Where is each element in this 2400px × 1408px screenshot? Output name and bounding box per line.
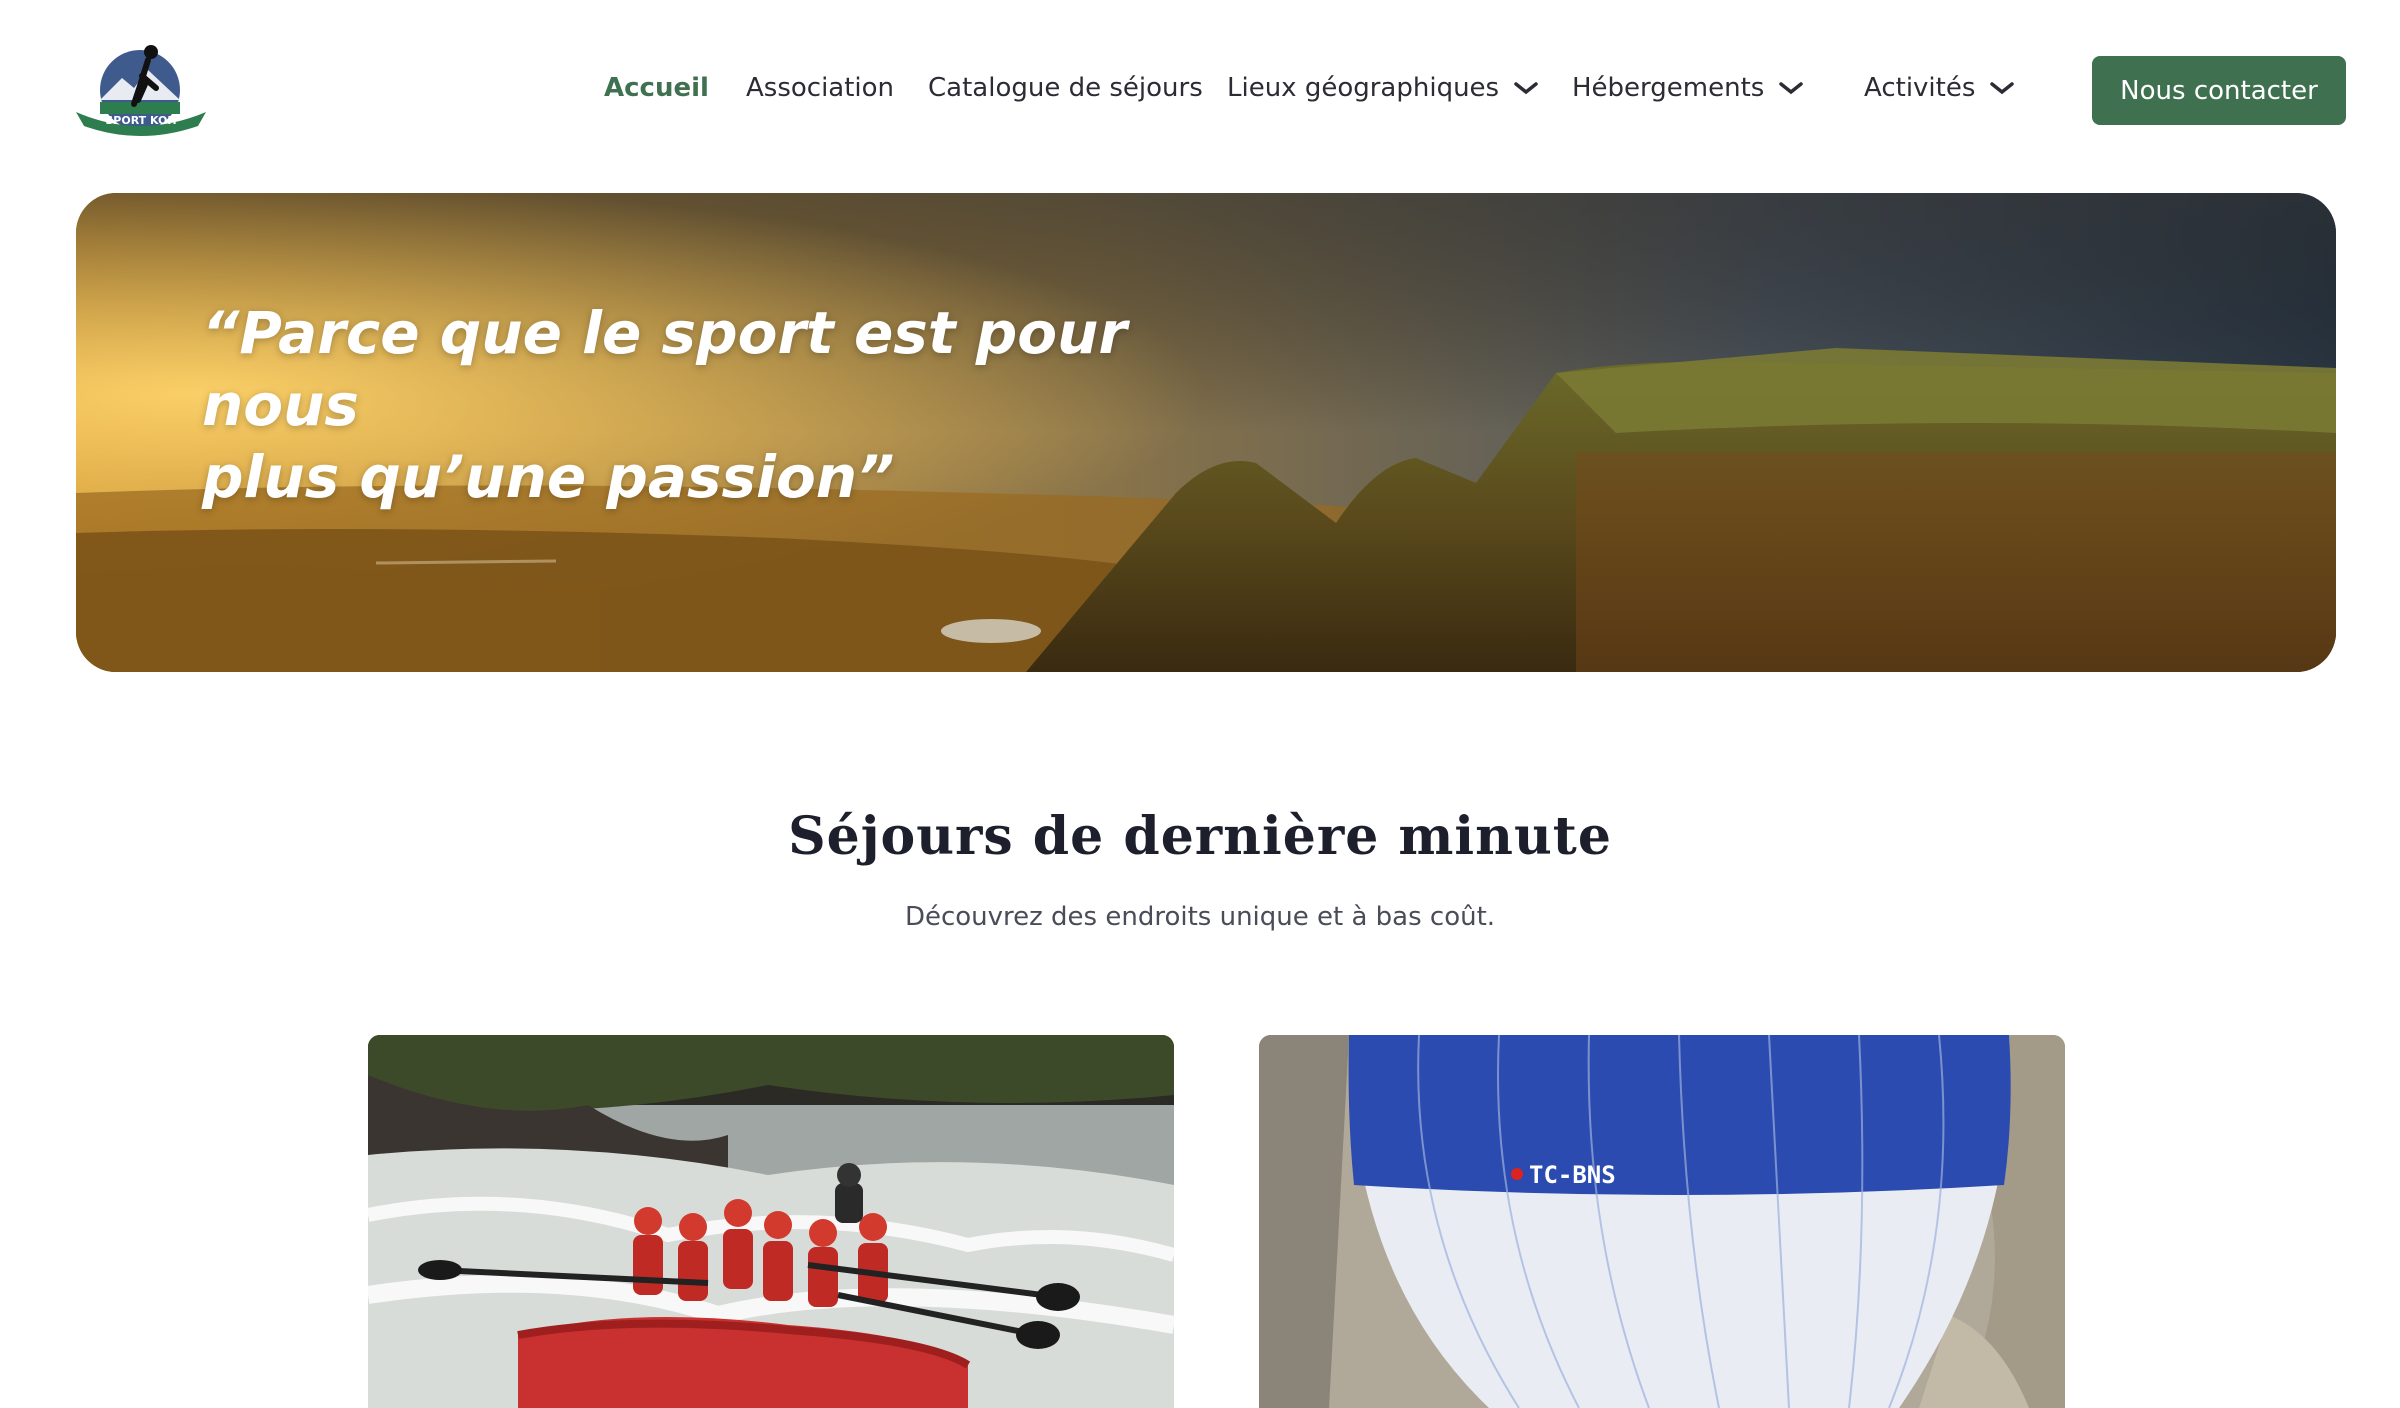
main-nav: Accueil Association Catalogue de séjours… — [0, 66, 2400, 110]
hero-quote-line-2: plus qu’une passion” — [202, 443, 895, 511]
trip-card-rafting[interactable] — [368, 1035, 1174, 1408]
nav-item-lieux[interactable]: Lieux géographiques — [1227, 66, 1539, 110]
nav-item-activites[interactable]: Activités — [1864, 66, 2015, 110]
rafting-photo — [368, 1035, 1174, 1408]
chevron-down-icon — [1779, 82, 1804, 95]
nav-item-catalogue[interactable]: Catalogue de séjours — [928, 66, 1203, 110]
nav-label: Hébergements — [1572, 73, 1765, 103]
nav-label: Activités — [1864, 73, 1976, 103]
hero-banner: “Parce que le sport est pour nous plus q… — [76, 193, 2336, 672]
nav-label: Catalogue de séjours — [928, 73, 1203, 103]
logo-text: SPORT KOH — [105, 114, 176, 127]
section-title: Séjours de dernière minute — [788, 806, 1612, 867]
nav-item-association[interactable]: Association — [746, 66, 894, 110]
nav-label: Accueil — [604, 73, 709, 103]
hero-quote-line-1: “Parce que le sport est pour nous — [202, 299, 1127, 439]
balloon-marking: TC-BNS — [1529, 1161, 1616, 1189]
chevron-down-icon — [1514, 82, 1538, 95]
nav-label: Lieux géographiques — [1227, 73, 1500, 103]
contact-button[interactable]: Nous contacter — [2092, 56, 2346, 125]
nav-item-hebergements[interactable]: Hébergements — [1572, 66, 1804, 110]
trip-card-balloon[interactable]: TC-BNS — [1259, 1035, 2065, 1408]
chevron-down-icon — [1990, 82, 2015, 95]
hero-quote: “Parce que le sport est pour nous plus q… — [202, 297, 1302, 513]
nav-item-accueil[interactable]: Accueil — [604, 66, 709, 110]
section-subtitle: Découvrez des endroits unique et à bas c… — [904, 902, 1496, 932]
nav-label: Association — [746, 73, 895, 103]
hot-air-balloon-photo: TC-BNS — [1259, 1035, 2065, 1408]
